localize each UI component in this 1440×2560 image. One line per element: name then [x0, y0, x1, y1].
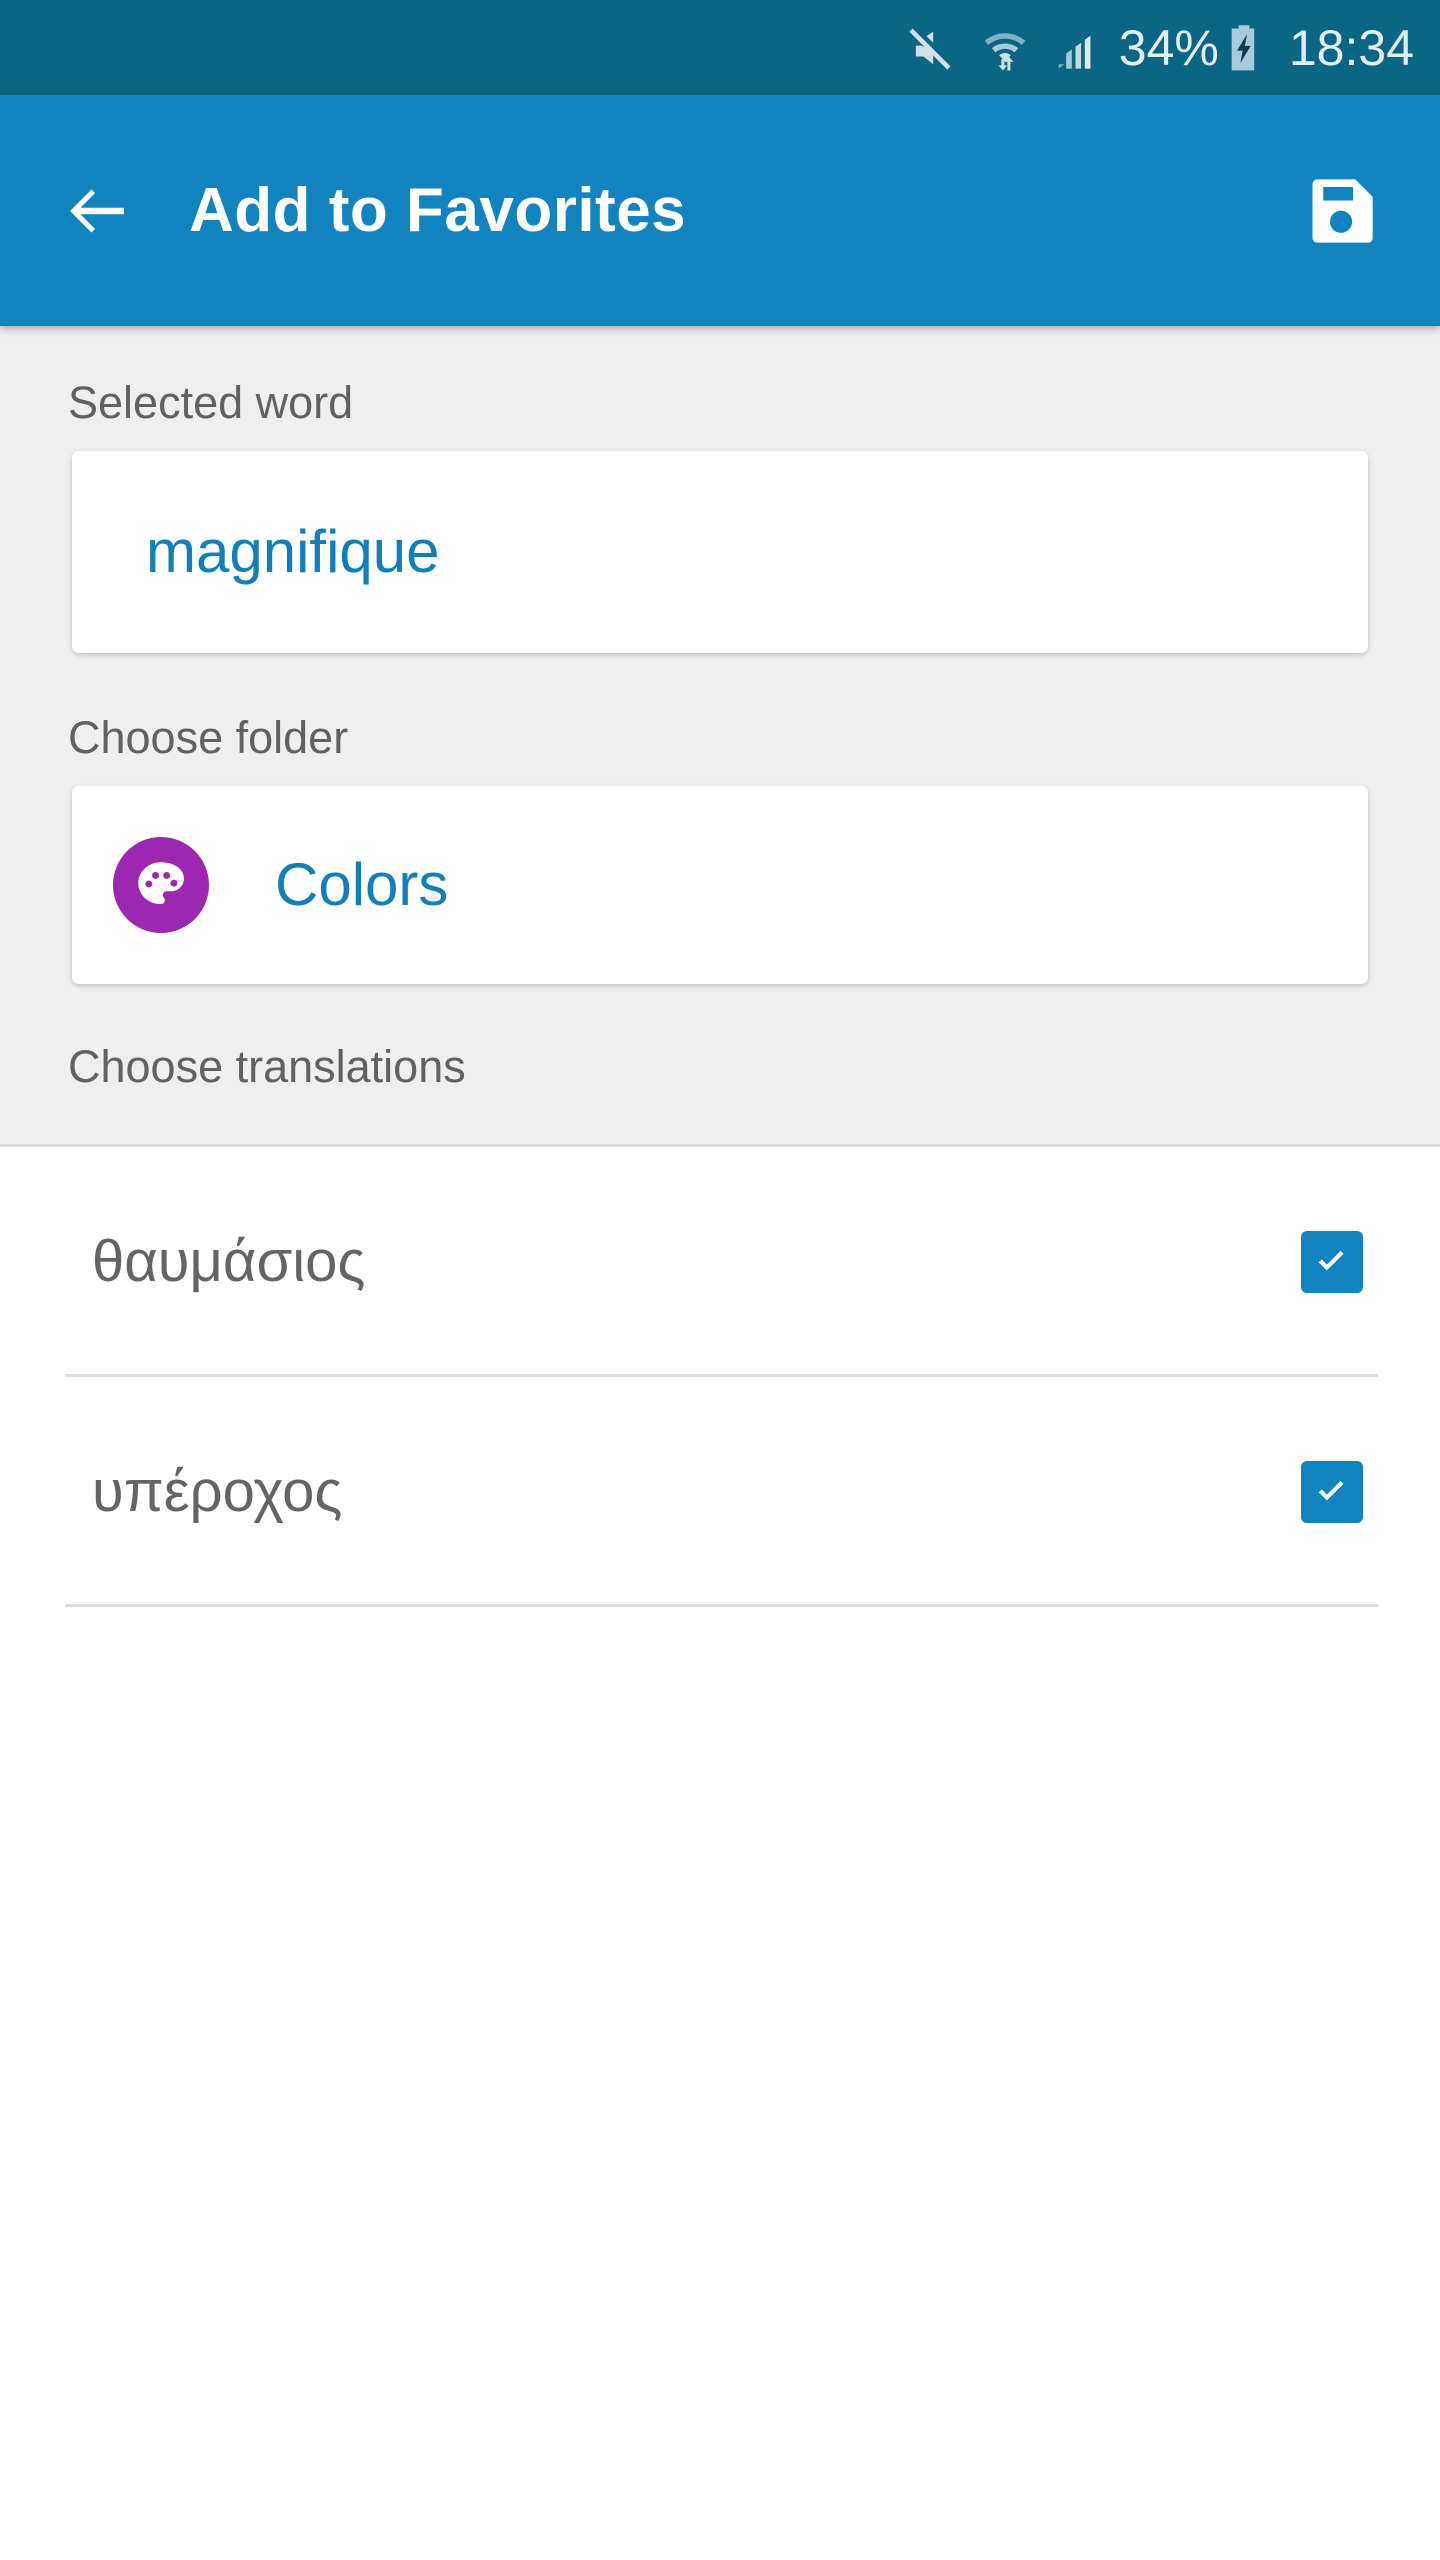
palette-icon	[113, 837, 209, 933]
translation-row[interactable]: υπέροχος	[0, 1377, 1440, 1607]
row-divider	[65, 1604, 1378, 1607]
folder-name-value: Colors	[275, 851, 449, 918]
wifi-transfer-icon	[979, 22, 1031, 74]
translation-text: υπέροχος	[92, 1459, 343, 1524]
clock-label: 18:34	[1288, 19, 1414, 76]
save-floppy-icon[interactable]	[1296, 166, 1386, 256]
choose-folder-field[interactable]: Colors	[72, 786, 1368, 984]
translation-checkbox[interactable]	[1301, 1461, 1363, 1523]
app-bar: Add to Favorites	[0, 95, 1440, 326]
translation-checkbox[interactable]	[1301, 1231, 1363, 1293]
battery-charging-icon	[1221, 22, 1267, 74]
mute-icon	[905, 22, 957, 74]
status-bar: 34% 18:34	[0, 0, 1440, 95]
battery-percent-label: 34%	[1118, 19, 1219, 76]
signal-bars-icon	[1051, 22, 1103, 74]
translation-text: θαυμάσιος	[92, 1229, 366, 1294]
app-screen: 34% 18:34 Add to Favorites Selected word…	[0, 0, 1440, 2560]
page-title: Add to Favorites	[189, 176, 687, 245]
form-section: Selected word magnifique Choose folder C…	[0, 326, 1440, 1147]
selected-word-field[interactable]: magnifique	[72, 451, 1368, 653]
back-arrow-icon[interactable]	[52, 165, 144, 257]
choose-folder-label: Choose folder	[68, 712, 349, 763]
translation-row[interactable]: θαυμάσιος	[0, 1147, 1440, 1377]
selected-word-value: magnifique	[146, 518, 440, 585]
selected-word-label: Selected word	[68, 377, 354, 428]
choose-translations-label: Choose translations	[68, 1041, 466, 1092]
translations-list: θαυμάσιος υπέροχος	[0, 1147, 1440, 1607]
